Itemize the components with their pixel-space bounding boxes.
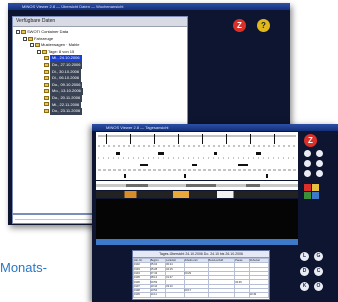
table-cell: 10:49: [248, 292, 270, 298]
day-icon: [44, 89, 49, 94]
tree-item-label: Mi., 24.10.2006: [50, 55, 82, 62]
legend-color-red: [304, 184, 311, 191]
tree-item[interactable]: Mi., 22.11.2006: [16, 101, 83, 109]
help-button[interactable]: ?: [257, 19, 270, 32]
tree-item[interactable]: Do., 23.11.2006: [16, 108, 83, 115]
legend-color-blue: [312, 192, 319, 199]
tree-header: Verfügbare Daten: [13, 17, 187, 27]
zoom-out-button[interactable]: [304, 160, 311, 167]
window-title-front: MINOS Viewer 2.8 — Tagesansicht: [106, 125, 169, 130]
tree-item[interactable]: Mo., 13.10.2006: [16, 88, 83, 95]
tree-item[interactable]: Do., 09.10.2006: [16, 81, 83, 89]
folder-icon: [35, 43, 40, 48]
day-icon: [44, 109, 49, 114]
tree-item[interactable]: Mi., 24.10.2006: [16, 55, 83, 62]
table-cell: 14:11: [149, 292, 167, 298]
caption-text: Monats-: [0, 260, 47, 275]
tree-item-label: Tage: 8 von 15: [48, 48, 75, 54]
folder-icon: [28, 36, 33, 41]
table-cell: [207, 292, 236, 298]
tree-item-label: Do., 09.10.2006: [50, 81, 83, 89]
activity-diagram[interactable]: [96, 132, 298, 180]
chart-area: [96, 199, 298, 239]
day-icon: [44, 102, 49, 107]
activity-bar: [96, 191, 298, 198]
folder-icon: [42, 49, 47, 54]
title-bar-front[interactable]: MINOS Viewer 2.8 — Tagesansicht: [92, 124, 338, 131]
track-strip: [96, 181, 298, 190]
table-cell: 0109: [133, 292, 151, 298]
tree-item-label: Do., 23.11.2006: [50, 108, 83, 115]
tree-item[interactable]: Fahrzeuge: [16, 36, 83, 43]
day-icon: [44, 56, 49, 61]
close-z-button-front[interactable]: Z: [304, 134, 317, 147]
nav-button-o[interactable]: O: [314, 282, 323, 291]
legend-color-green: [304, 192, 311, 199]
tree-item-label: SWOTI Container Data: [27, 29, 69, 34]
nav-button-d[interactable]: D: [300, 267, 309, 276]
table-cell: [183, 292, 209, 298]
legend-color-yellow: [312, 184, 319, 191]
window-title: MINOS Viewer 2.8 — Übersicht Daten — Woc…: [22, 4, 124, 9]
day-icon: [44, 69, 49, 74]
tree-item[interactable]: Di., 30.10.2006: [16, 68, 83, 76]
expand-toggle-icon[interactable]: [37, 49, 41, 54]
tree-item[interactable]: Do., 20.11.2006: [16, 94, 83, 102]
day-view-window: MINOS Viewer 2.8 — Tagesansicht Z Tages-…: [92, 124, 338, 302]
table-row[interactable]: 0109 14:11 10:49: [133, 292, 270, 298]
tree-item-label: Di., 06.10.2006: [50, 75, 82, 82]
expand-toggle-icon[interactable]: [30, 43, 34, 48]
table-body: 0102 05:04 00:24 0103 05:28 02:15 0104 07:43 00:…: [133, 262, 270, 298]
folder-icon: [21, 29, 26, 34]
title-bar[interactable]: MINOS Viewer 2.8 — Übersicht Daten — Woc…: [8, 3, 290, 10]
expand-toggle-icon[interactable]: [16, 29, 20, 34]
day-icon: [44, 82, 49, 87]
tree-item[interactable]: Di., 06.10.2006: [16, 75, 83, 82]
step-button[interactable]: [316, 160, 323, 167]
tree-item[interactable]: Do., 27.10.2006: [16, 61, 83, 69]
nav-button-c[interactable]: C: [314, 267, 323, 276]
tree-item-label: Di., 30.10.2006: [50, 68, 82, 76]
scroll-left-button[interactable]: [304, 170, 311, 177]
zoom-in-button[interactable]: [304, 150, 311, 157]
close-z-button[interactable]: Z: [233, 19, 246, 32]
nav-button-l[interactable]: L: [300, 252, 309, 261]
tree-item-label: Do., 20.11.2006: [50, 94, 83, 102]
table-title: Tages-Übersicht 24.10.2006 Do. 24.10 bis…: [133, 251, 269, 258]
expand-toggle-icon[interactable]: [23, 36, 27, 41]
time-axis: [96, 239, 298, 245]
day-icon: [44, 62, 49, 67]
tree-item-label: Musterwagen · Mahle: [41, 42, 80, 48]
reset-view-button[interactable]: [316, 170, 323, 177]
day-icon: [44, 76, 49, 81]
tree-item[interactable]: SWOTI Container Data: [16, 29, 83, 36]
table-cell: [234, 292, 250, 298]
scroll-right-button[interactable]: [316, 150, 323, 157]
day-icon: [44, 95, 49, 100]
tree-item-label: Mi., 22.11.2006: [50, 101, 82, 109]
tree-item-label: Fahrzeuge: [34, 35, 54, 41]
tree-item-label: Do., 27.10.2006: [50, 61, 83, 69]
day-summary-table: Tages-Übersicht 24.10.2006 Do. 24.10 bis…: [132, 250, 270, 300]
tree-item[interactable]: Musterwagen · Mahle: [16, 42, 83, 49]
tree-item[interactable]: Tage: 8 von 15: [16, 49, 83, 56]
nav-button-k[interactable]: K: [300, 282, 309, 291]
tree-item-label: Mo., 13.10.2006: [50, 88, 83, 95]
table-cell: [165, 292, 185, 298]
nav-button-g[interactable]: G: [314, 252, 323, 261]
data-tree[interactable]: SWOTI Container Data Fahrzeuge Musterwagen…: [16, 29, 83, 115]
